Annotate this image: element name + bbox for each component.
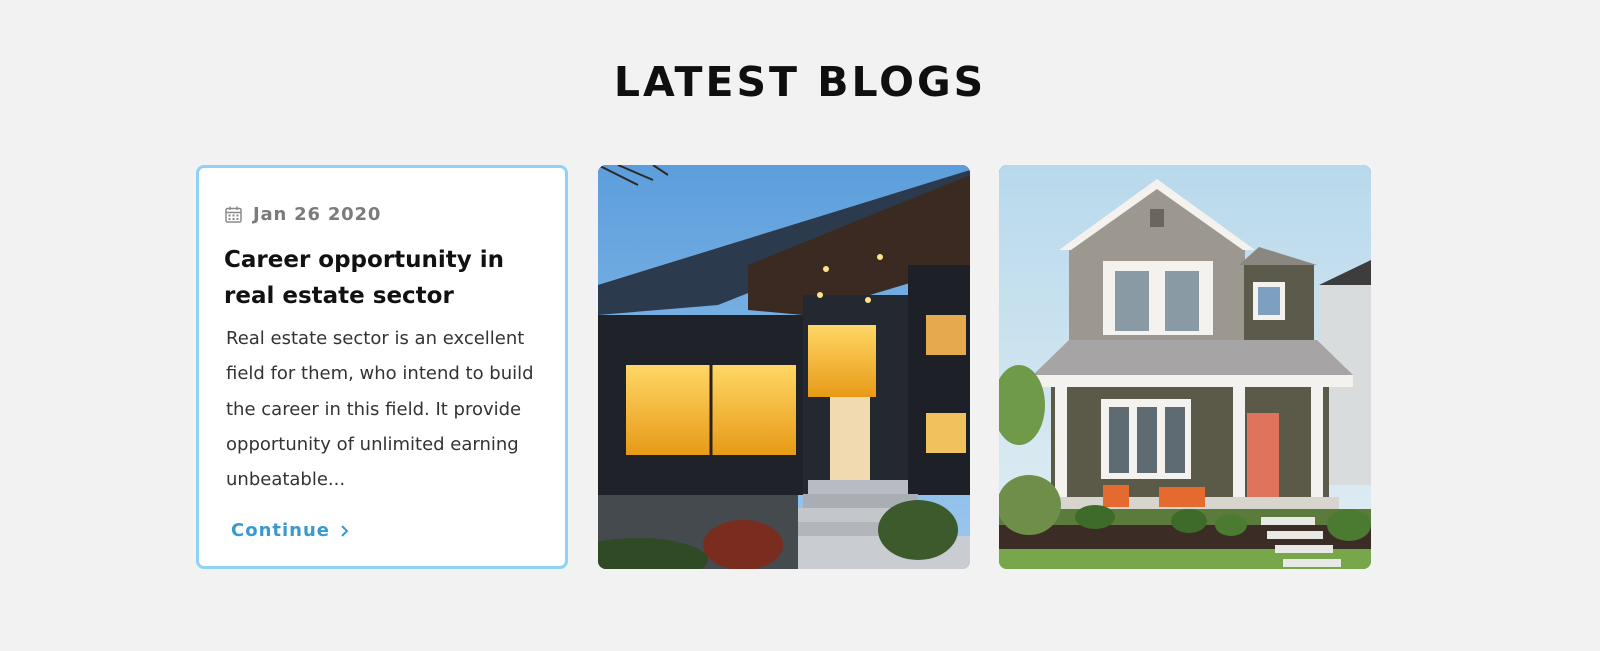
chevron-right-icon <box>341 524 349 537</box>
post-date-row: Jan 26 2020 <box>225 204 381 225</box>
section-title: LATEST BLOGS <box>613 58 987 106</box>
continue-label: Continue <box>231 520 331 541</box>
house-photo-craftsman <box>999 165 1371 569</box>
blog-card: Jan 26 2020 Career opportunity in real e… <box>196 165 568 569</box>
post-title[interactable]: Career opportunity in real estate sector <box>224 242 554 314</box>
house-photo-modern <box>598 165 970 569</box>
post-date: Jan 26 2020 <box>253 204 382 225</box>
blog-image-family-house[interactable] <box>999 165 1371 569</box>
post-excerpt: Real estate sector is an excellent field… <box>226 328 534 491</box>
continue-link[interactable]: Continue <box>231 520 349 541</box>
calendar-icon <box>225 206 242 223</box>
blog-image-modern-house[interactable] <box>598 165 970 569</box>
